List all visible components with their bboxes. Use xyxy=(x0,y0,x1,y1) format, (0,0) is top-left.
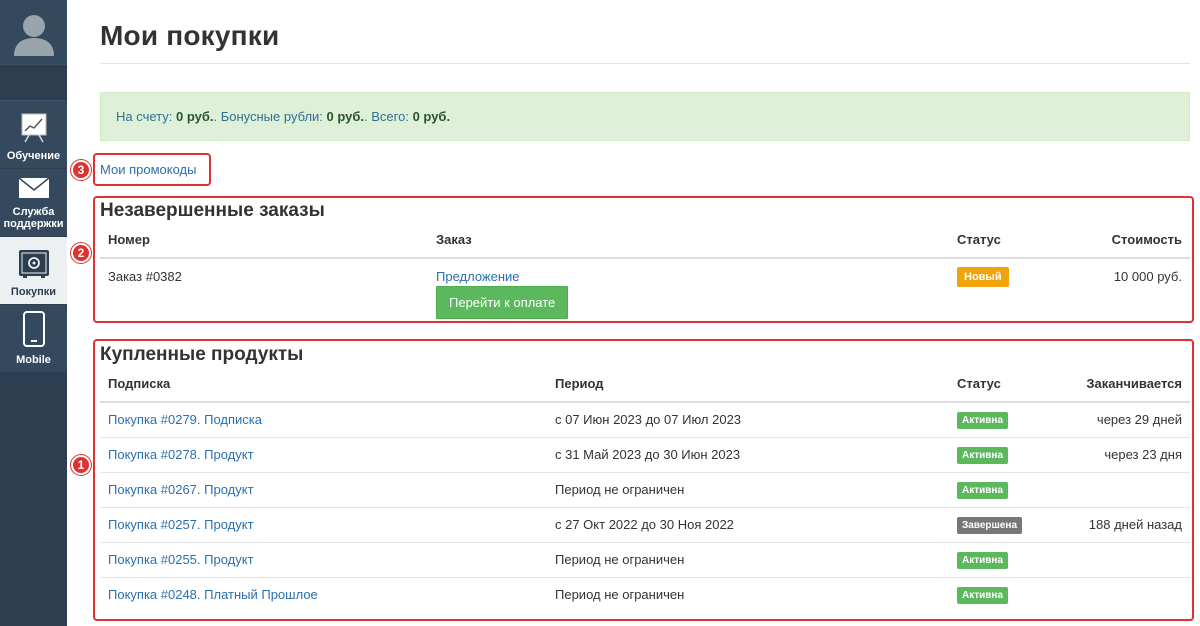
purchase-period: с 31 Май 2023 до 30 Июн 2023 xyxy=(547,437,949,473)
status-badge: Активна xyxy=(957,411,1009,429)
status-badge: Новый xyxy=(957,267,1009,287)
annotation-badge-3: 3 xyxy=(71,160,91,180)
safe-icon xyxy=(18,249,50,282)
status-badge: Активна xyxy=(957,481,1009,499)
purchase-period: с 07 Июн 2023 до 07 Июл 2023 xyxy=(547,402,949,438)
purchase-ends xyxy=(1069,577,1190,612)
balance-alert: На счету: 0 руб.. Бонусные рубли: 0 руб.… xyxy=(100,92,1190,141)
order-cell: Предложение Перейти к оплате xyxy=(428,258,949,320)
column-header-period: Период xyxy=(547,366,949,403)
total-value: 0 руб. xyxy=(412,109,451,124)
user-silhouette-icon xyxy=(12,10,56,56)
sidebar-item-label: Служба поддержки xyxy=(3,206,64,230)
table-row: Покупка #0257. Продукт с 27 Окт 2022 до … xyxy=(100,507,1190,543)
total-label: . Всего: xyxy=(364,109,409,124)
purchase-link[interactable]: Покупка #0255. Продукт xyxy=(108,552,254,567)
sidebar-item-purchases[interactable]: Покупки xyxy=(0,237,67,305)
purchase-period: с 27 Окт 2022 до 30 Ноя 2022 xyxy=(547,507,949,543)
table-row: Покупка #0279. Подписка с 07 Июн 2023 до… xyxy=(100,402,1190,438)
order-cost: 10 000 руб. xyxy=(1113,269,1182,284)
annotation-box-promocodes xyxy=(93,153,211,186)
order-number: Заказ #0382 xyxy=(108,269,182,284)
status-badge: Активна xyxy=(957,446,1009,464)
purchase-link[interactable]: Покупка #0278. Продукт xyxy=(108,447,254,462)
purchase-ends: через 23 дня xyxy=(1069,437,1190,473)
sidebar-item-learning[interactable]: Обучение xyxy=(0,101,67,169)
purchase-period: Период не ограничен xyxy=(547,542,949,578)
purchase-link[interactable]: Покупка #0267. Продукт xyxy=(108,482,254,497)
order-offer-link[interactable]: Предложение xyxy=(436,269,520,284)
column-header-status: Статус xyxy=(949,366,1069,403)
avatar[interactable] xyxy=(0,0,67,67)
purchase-ends: через 29 дней xyxy=(1069,402,1190,438)
phone-icon xyxy=(22,311,45,350)
order-status-cell: Новый xyxy=(949,258,1069,320)
column-header-cost: Стоимость xyxy=(1069,222,1190,259)
table-header-row: Номер Заказ Статус Стоимость xyxy=(100,222,1190,259)
table-row: Покупка #0267. Продукт Период не огранич… xyxy=(100,472,1190,508)
account-label: На счету: xyxy=(116,109,173,124)
status-badge: Завершена xyxy=(957,516,1023,534)
table-row: Покупка #0278. Продукт с 31 Май 2023 до … xyxy=(100,437,1190,473)
pending-orders-table: Номер Заказ Статус Стоимость Заказ #0382… xyxy=(100,222,1190,320)
sidebar-item-label: Обучение xyxy=(6,150,61,162)
status-badge: Активна xyxy=(957,551,1009,569)
table-row: Покупка #0248. Платный Прошлое Период не… xyxy=(100,577,1190,612)
go-to-payment-button[interactable]: Перейти к оплате xyxy=(436,286,569,319)
account-value: 0 руб. xyxy=(176,109,214,124)
annotation-badge-2: 2 xyxy=(71,243,91,263)
purchase-link[interactable]: Покупка #0257. Продукт xyxy=(108,517,254,532)
purchased-products-title: Купленные продукты xyxy=(100,344,304,365)
sidebar: Обучение Служба поддержки Покупки Mobile xyxy=(0,0,67,626)
sidebar-item-label: Mobile xyxy=(16,354,51,366)
purchase-ends: 188 дней назад xyxy=(1069,507,1190,543)
annotation-badge-1: 1 xyxy=(71,455,91,475)
column-header-subscription: Подписка xyxy=(100,366,547,403)
chart-board-icon xyxy=(20,113,48,146)
column-header-number: Номер xyxy=(100,222,428,259)
column-header-ends: Заканчивается xyxy=(1069,366,1190,403)
sidebar-item-label: Покупки xyxy=(10,286,57,298)
purchased-products-table: Подписка Период Статус Заканчивается Пок… xyxy=(100,366,1190,612)
page-title: Мои покупки xyxy=(100,20,280,51)
table-row: Покупка #0255. Продукт Период не огранич… xyxy=(100,542,1190,578)
bonus-label: . Бонусные рубли: xyxy=(213,109,323,124)
purchase-link[interactable]: Покупка #0248. Платный Прошлое xyxy=(108,587,318,602)
table-header-row: Подписка Период Статус Заканчивается xyxy=(100,366,1190,403)
status-badge: Активна xyxy=(957,586,1009,604)
pending-orders-title: Незавершенные заказы xyxy=(100,200,325,221)
purchase-link[interactable]: Покупка #0279. Подписка xyxy=(108,412,262,427)
title-divider xyxy=(100,63,1190,64)
sidebar-item-support[interactable]: Служба поддержки xyxy=(0,169,67,237)
column-header-order: Заказ xyxy=(428,222,949,259)
purchase-ends xyxy=(1069,542,1190,578)
purchase-period: Период не ограничен xyxy=(547,472,949,508)
purchase-period: Период не ограничен xyxy=(555,587,685,603)
column-header-status: Статус xyxy=(949,222,1069,259)
sidebar-item-mobile[interactable]: Mobile xyxy=(0,305,67,373)
bonus-value: 0 руб. xyxy=(326,109,365,124)
table-row: Заказ #0382 Предложение Перейти к оплате… xyxy=(100,258,1190,320)
envelope-icon xyxy=(18,177,50,202)
sidebar-spacer xyxy=(0,67,67,101)
purchase-ends xyxy=(1069,472,1190,508)
